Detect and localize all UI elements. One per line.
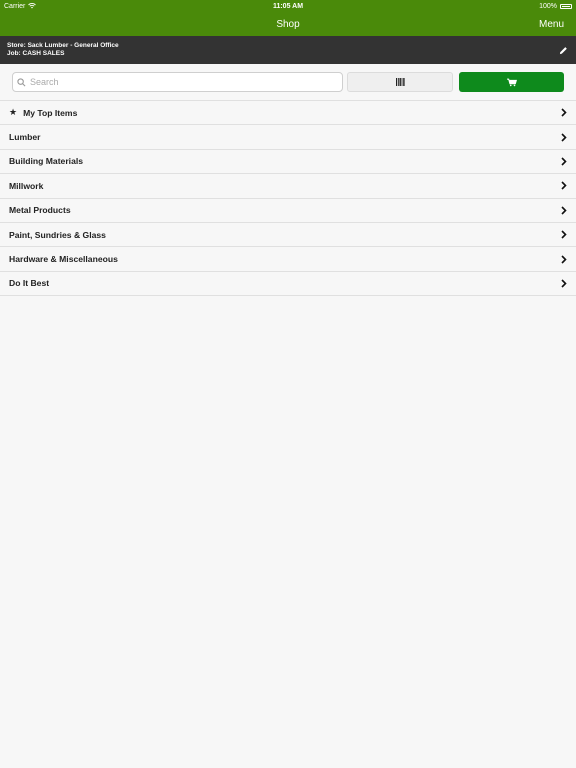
category-list: ★ My Top Items Lumber Building Materials…: [0, 100, 576, 297]
chevron-right-icon: [561, 230, 567, 239]
list-item-millwork[interactable]: Millwork: [0, 174, 576, 199]
list-item-lumber[interactable]: Lumber: [0, 125, 576, 150]
list-item-label: Hardware & Miscellaneous: [9, 254, 118, 265]
pencil-icon: [559, 46, 567, 54]
chevron-right-icon: [561, 157, 567, 166]
cart-icon: [506, 78, 517, 86]
list-item-do-it-best[interactable]: Do It Best: [0, 271, 576, 297]
list-item-paint-sundries-glass[interactable]: Paint, Sundries & Glass: [0, 222, 576, 248]
carrier-label: Carrier: [4, 2, 26, 10]
store-info: Store: Sack Lumber - General Office Job:…: [7, 42, 119, 58]
cart-button[interactable]: [459, 72, 564, 92]
store-bar: Store: Sack Lumber - General Office Job:…: [0, 36, 576, 64]
battery-percent: 100%: [539, 2, 557, 10]
edit-button[interactable]: [557, 44, 569, 56]
search-input[interactable]: [30, 77, 339, 87]
barcode-scan-button[interactable]: [347, 72, 454, 92]
status-right: 100%: [539, 3, 572, 10]
status-bar: Carrier 11:05 AM 100%: [0, 0, 576, 12]
list-item-hardware-miscellaneous[interactable]: Hardware & Miscellaneous: [0, 247, 576, 272]
list-item-label: Millwork: [9, 180, 44, 191]
chevron-right-icon: [561, 181, 567, 190]
list-item-label: Paint, Sundries & Glass: [9, 229, 106, 240]
search-icon: [17, 77, 26, 86]
chevron-right-icon: [561, 254, 567, 264]
barcode-icon: [395, 78, 405, 86]
list-item-metal-products[interactable]: Metal Products: [0, 198, 576, 223]
star-icon: ★: [9, 107, 18, 118]
menu-button[interactable]: Menu: [539, 19, 564, 30]
list-item-label: Lumber: [9, 132, 41, 143]
search-box[interactable]: [12, 72, 344, 92]
list-item-building-materials[interactable]: Building Materials: [0, 149, 576, 175]
battery-icon: [560, 3, 572, 9]
status-time: 11:05 AM: [272, 2, 304, 10]
list-item-label: My Top Items: [23, 107, 78, 118]
chevron-right-icon: [561, 133, 567, 142]
chevron-right-icon: [561, 108, 567, 117]
list-item-label: Do It Best: [9, 278, 50, 289]
status-left: Carrier: [4, 2, 37, 10]
chevron-right-icon: [561, 279, 567, 288]
job-name: Job: CASH SALES: [7, 50, 65, 57]
list-item-label: Metal Products: [9, 205, 71, 216]
list-item-my-top-items[interactable]: ★ My Top Items: [0, 101, 576, 126]
chevron-right-icon: [561, 206, 567, 215]
toolbar: [0, 64, 576, 100]
store-name: Store: Sack Lumber - General Office: [7, 42, 119, 49]
page-title: Shop: [276, 18, 300, 30]
wifi-icon: [28, 3, 37, 9]
nav-bar: Shop Menu: [0, 12, 576, 36]
list-item-label: Building Materials: [9, 156, 84, 167]
